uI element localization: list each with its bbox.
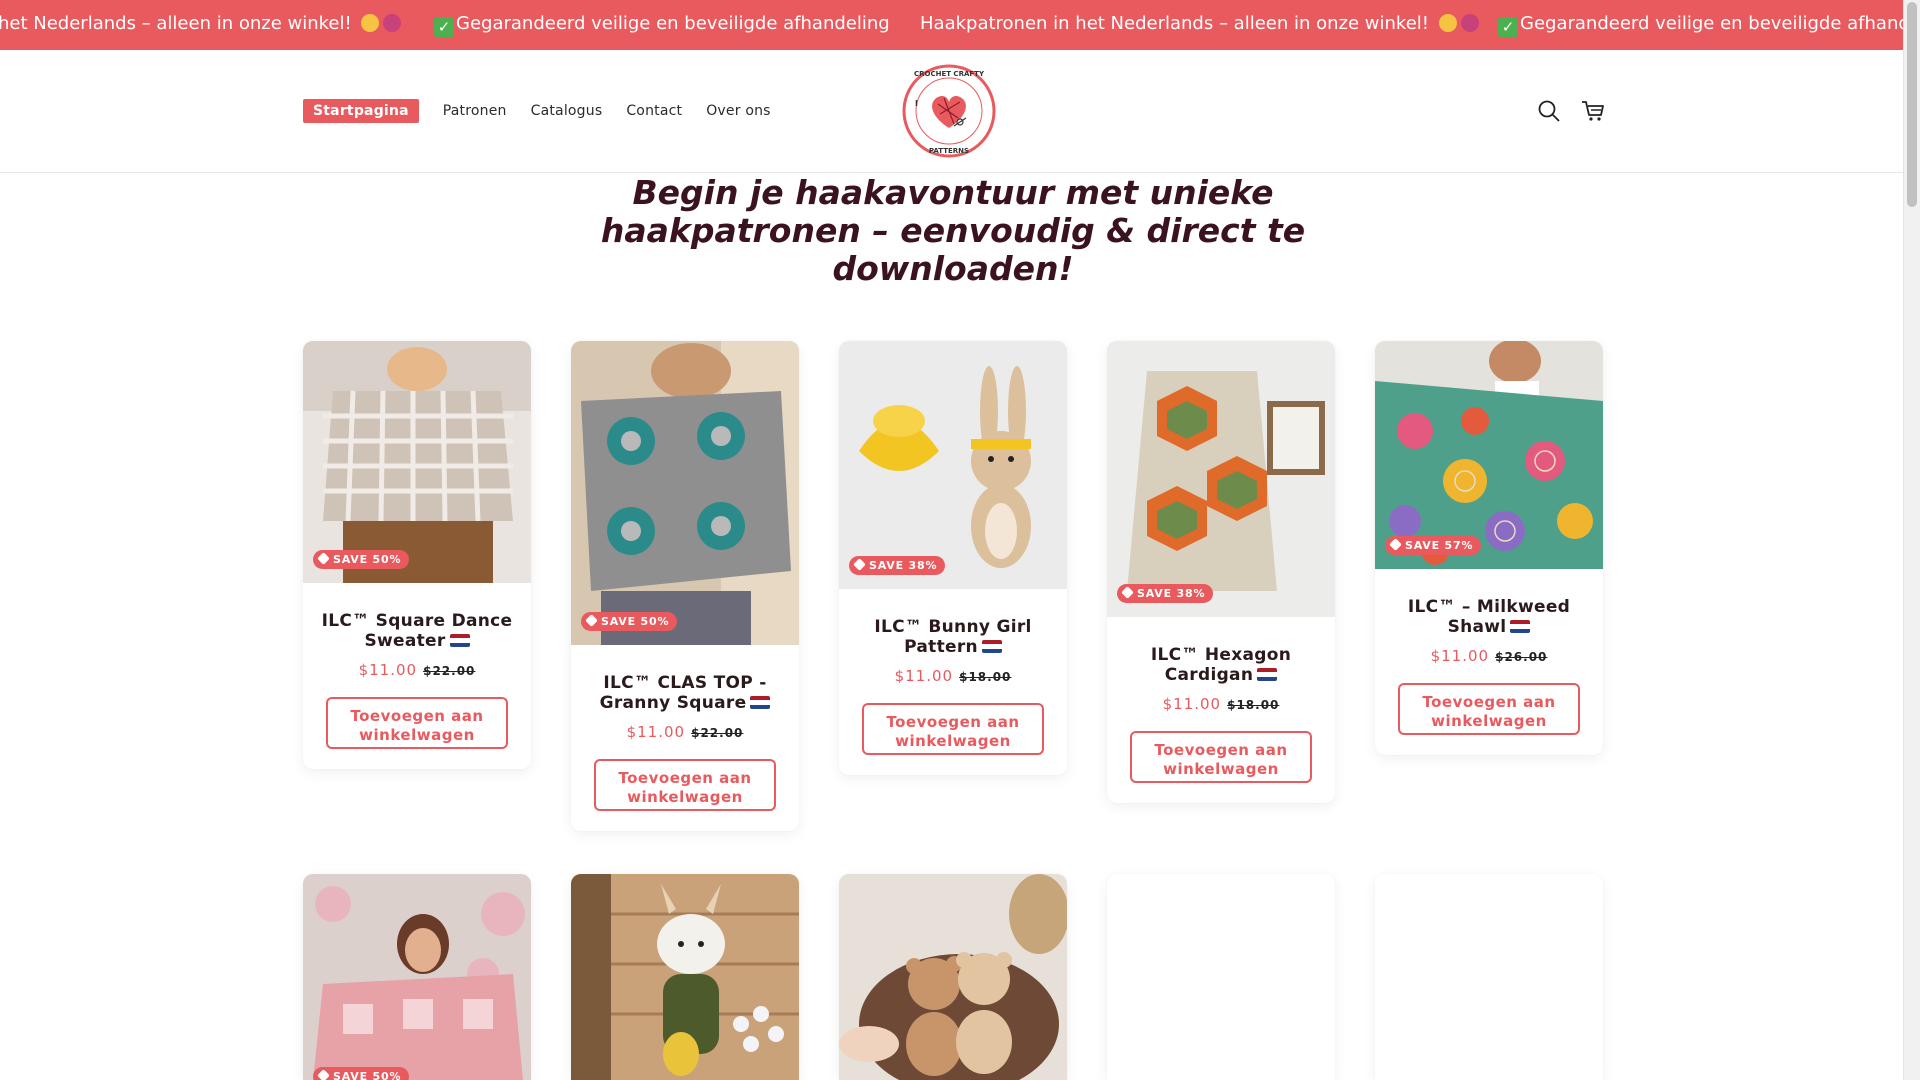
nav-link-about[interactable]: Over ons xyxy=(706,103,770,119)
compare-price: $22.00 xyxy=(691,726,744,740)
announcement-item: ✓ Gegarandeerd veilige en beveiligde afha… xyxy=(434,13,890,37)
product-card[interactable] xyxy=(839,874,1067,1080)
product-image[interactable]: SAVE 57% xyxy=(1375,341,1603,569)
product-card-loading[interactable] xyxy=(1107,874,1335,1080)
page-scrollbar[interactable] xyxy=(1903,0,1920,1080)
netherlands-flag-icon xyxy=(1510,620,1531,633)
site-logo[interactable]: CROCHET CRAFTY PATTERNS I xyxy=(900,62,998,160)
compare-price: $18.00 xyxy=(959,670,1012,684)
product-card[interactable]: SAVE 50% xyxy=(303,874,531,1080)
product-image[interactable]: SAVE 50% xyxy=(571,341,799,645)
cart-icon[interactable] xyxy=(1580,98,1606,124)
product-card[interactable]: SAVE 50% ILC™ Square Dance Sweater $11.0… xyxy=(303,341,531,769)
logo-text-prefix: I xyxy=(915,99,918,108)
discount-badge: SAVE 38% xyxy=(849,556,946,575)
announcement-item: Haakpatronen in het Nederlands – alleen … xyxy=(920,13,1479,34)
yarn-emoji-icon xyxy=(1460,14,1479,32)
discount-badge: SAVE 38% xyxy=(1117,584,1214,603)
add-to-cart-button[interactable]: Toevoegen aan winkelwagen xyxy=(862,703,1044,755)
tag-icon xyxy=(1121,586,1134,599)
discount-badge: SAVE 50% xyxy=(581,612,678,631)
product-image[interactable]: SAVE 38% xyxy=(839,341,1067,589)
product-title[interactable]: ILC™ CLAS TOP - Granny Square xyxy=(571,673,799,713)
logo-text-bottom: PATTERNS xyxy=(929,147,969,155)
product-price: $11.00 $22.00 xyxy=(571,723,799,741)
logo-text-top: CROCHET CRAFTY xyxy=(914,70,985,78)
compare-price: $18.00 xyxy=(1227,698,1280,712)
compare-price: $22.00 xyxy=(423,664,476,678)
product-title[interactable]: ILC™ Square Dance Sweater xyxy=(303,611,531,651)
nav-link-home[interactable]: Startpagina xyxy=(303,99,419,123)
product-image[interactable] xyxy=(839,874,1067,1080)
nav-link-patterns[interactable]: Patronen xyxy=(443,103,507,119)
product-price: $11.00 $26.00 xyxy=(1375,647,1603,665)
product-price: $11.00 $18.00 xyxy=(1107,695,1335,713)
site-header: Startpagina Patronen Catalogus Contact O… xyxy=(0,50,1904,173)
tag-icon xyxy=(1389,538,1402,551)
check-mark-icon: ✓ xyxy=(1498,17,1518,37)
netherlands-flag-icon xyxy=(449,634,470,647)
netherlands-flag-icon xyxy=(981,640,1002,653)
sale-price: $11.00 xyxy=(894,667,954,685)
sale-price: $11.00 xyxy=(1430,647,1490,665)
announcement-bar: het Nederlands – alleen in onze winkel! … xyxy=(0,0,1904,50)
tag-icon xyxy=(585,614,598,627)
star-eyes-emoji-icon xyxy=(1438,14,1457,32)
compare-price: $26.00 xyxy=(1495,650,1548,664)
add-to-cart-button[interactable]: Toevoegen aan winkelwagen xyxy=(1398,683,1580,735)
product-title[interactable]: ILC™ Bunny Girl Pattern xyxy=(839,617,1067,657)
product-card-loading[interactable] xyxy=(1375,874,1603,1080)
tag-icon xyxy=(317,1069,330,1080)
sale-price: $11.00 xyxy=(1162,695,1222,713)
scrollbar-thumb[interactable] xyxy=(1907,2,1917,207)
announcement-item: ✓ Gegarandeerd veilige en beveiligde afha… xyxy=(1498,13,1904,37)
discount-badge: SAVE 57% xyxy=(1385,536,1482,555)
announcement-track: het Nederlands – alleen in onze winkel! … xyxy=(0,0,1904,50)
yarn-emoji-icon xyxy=(383,14,402,32)
product-image[interactable]: SAVE 50% xyxy=(303,874,531,1080)
product-image[interactable]: SAVE 38% xyxy=(1107,341,1335,617)
product-title[interactable]: ILC™ Hexagon Cardigan xyxy=(1107,645,1335,685)
product-card[interactable] xyxy=(571,874,799,1080)
product-card[interactable]: SAVE 38% ILC™ Hexagon Cardigan $11.00 $18… xyxy=(1107,341,1335,803)
product-card[interactable]: SAVE 50% ILC™ CLAS TOP - Granny Square $… xyxy=(571,341,799,831)
product-price: $11.00 $22.00 xyxy=(303,661,531,679)
star-eyes-emoji-icon xyxy=(361,14,380,32)
sale-price: $11.00 xyxy=(358,661,418,679)
netherlands-flag-icon xyxy=(750,696,771,709)
search-icon[interactable] xyxy=(1536,98,1562,124)
nav-link-contact[interactable]: Contact xyxy=(626,103,682,119)
page-heading: Begin je haakavontuur met unieke haakpat… xyxy=(600,173,1306,288)
netherlands-flag-icon xyxy=(1257,668,1278,681)
tag-icon xyxy=(317,552,330,565)
product-card[interactable]: SAVE 38% ILC™ Bunny Girl Pattern $11.00 $… xyxy=(839,341,1067,775)
product-image[interactable]: SAVE 50% xyxy=(303,341,531,583)
sale-price: $11.00 xyxy=(626,723,686,741)
product-price: $11.00 $18.00 xyxy=(839,667,1067,685)
product-card[interactable]: SAVE 57% ILC™ – Milkweed Shawl $11.00 $26… xyxy=(1375,341,1603,755)
product-title[interactable]: ILC™ – Milkweed Shawl xyxy=(1375,597,1603,637)
announcement-item: het Nederlands – alleen in onze winkel! xyxy=(0,13,402,34)
product-image[interactable] xyxy=(571,874,799,1080)
main-nav: Startpagina Patronen Catalogus Contact O… xyxy=(303,99,795,123)
discount-badge: SAVE 50% xyxy=(313,1067,410,1080)
tag-icon xyxy=(853,558,866,571)
add-to-cart-button[interactable]: Toevoegen aan winkelwagen xyxy=(594,759,776,811)
add-to-cart-button[interactable]: Toevoegen aan winkelwagen xyxy=(1130,731,1312,783)
add-to-cart-button[interactable]: Toevoegen aan winkelwagen xyxy=(326,697,508,749)
check-mark-icon: ✓ xyxy=(434,17,454,37)
nav-link-catalog[interactable]: Catalogus xyxy=(531,103,603,119)
discount-badge: SAVE 50% xyxy=(313,550,410,569)
